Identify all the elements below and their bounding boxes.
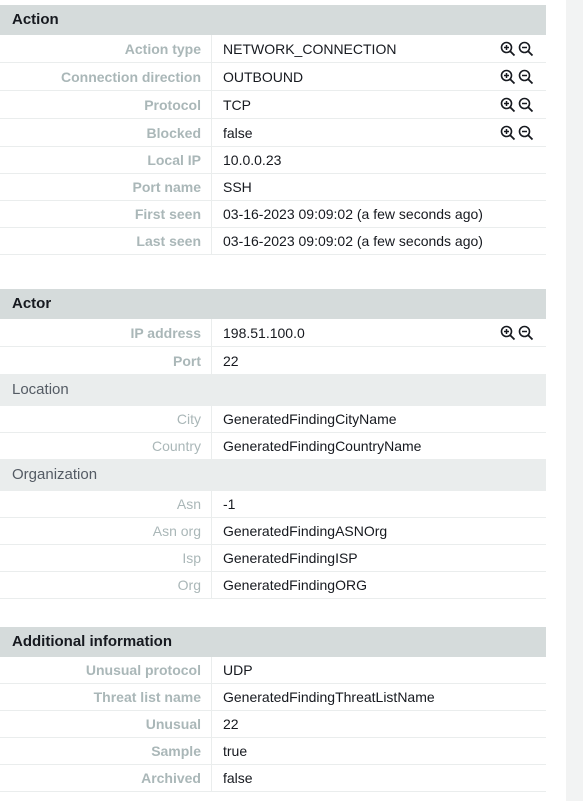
field-label: Connection direction — [0, 63, 212, 90]
location-subheader: Location — [0, 375, 546, 406]
field-value: 10.0.0.23 — [223, 152, 282, 168]
field-label: Local IP — [0, 147, 212, 173]
row-protocol: Protocol TCP — [0, 91, 546, 119]
row-unusual-protocol: Unusual protocol UDP — [0, 657, 546, 684]
zoom-in-icon[interactable] — [500, 97, 516, 113]
field-label: Action type — [0, 35, 212, 62]
zoom-out-icon[interactable] — [518, 41, 534, 57]
zoom-out-icon[interactable] — [518, 125, 534, 141]
additional-section-header: Additional information — [0, 627, 546, 657]
field-label: Last seen — [0, 228, 212, 254]
field-label: Protocol — [0, 91, 212, 118]
value-text: NETWORK_CONNECTION — [223, 41, 397, 57]
row-asn: Asn -1 — [0, 491, 546, 518]
field-value: GeneratedFindingCountryName — [223, 438, 422, 454]
field-label: Country — [0, 433, 212, 459]
actor-panel: Actor IP address 198.51.100.0 Port 22 Lo… — [0, 289, 546, 599]
vertical-scrollbar[interactable] — [566, 0, 583, 801]
zoom-in-icon[interactable] — [500, 325, 516, 341]
row-sample: Sample true — [0, 738, 546, 765]
field-value: true — [223, 743, 248, 759]
field-label: Threat list name — [0, 684, 212, 710]
zoom-out-icon[interactable] — [518, 325, 534, 341]
action-section-header: Action — [0, 5, 546, 35]
zoom-out-icon[interactable] — [518, 69, 534, 85]
row-ip-address: IP address 198.51.100.0 — [0, 319, 546, 347]
field-label: Asn org — [0, 518, 212, 544]
field-value: OUTBOUND — [212, 63, 546, 90]
field-value: -1 — [223, 496, 236, 512]
field-value: GeneratedFindingORG — [223, 577, 367, 593]
field-label: City — [0, 406, 212, 432]
field-label: IP address — [0, 319, 212, 346]
field-value: NETWORK_CONNECTION — [212, 35, 546, 62]
actor-section-header: Actor — [0, 289, 546, 319]
row-first-seen: First seen 03-16-2023 09:09:02 (a few se… — [0, 201, 546, 228]
field-value: 22 — [223, 353, 239, 369]
organization-subheader: Organization — [0, 460, 546, 491]
field-label: Asn — [0, 491, 212, 517]
value-text: TCP — [223, 97, 251, 113]
field-label: Unusual — [0, 711, 212, 737]
row-connection-direction: Connection direction OUTBOUND — [0, 63, 546, 91]
field-value: false — [223, 770, 253, 786]
field-label: Org — [0, 572, 212, 598]
field-value: UDP — [223, 662, 253, 678]
field-value: 198.51.100.0 — [212, 319, 546, 346]
field-label: Unusual protocol — [0, 657, 212, 683]
row-city: City GeneratedFindingCityName — [0, 406, 546, 433]
field-value: GeneratedFindingThreatListName — [223, 689, 435, 705]
row-isp: Isp GeneratedFindingISP — [0, 545, 546, 572]
action-panel: Action Action type NETWORK_CONNECTION Co… — [0, 5, 546, 255]
row-last-seen: Last seen 03-16-2023 09:09:02 (a few sec… — [0, 228, 546, 255]
field-value: 03-16-2023 09:09:02 (a few seconds ago) — [223, 206, 483, 222]
field-value: 22 — [223, 716, 239, 732]
row-org: Org GeneratedFindingORG — [0, 572, 546, 599]
zoom-in-icon[interactable] — [500, 41, 516, 57]
row-asn-org: Asn org GeneratedFindingASNOrg — [0, 518, 546, 545]
zoom-out-icon[interactable] — [518, 97, 534, 113]
row-blocked: Blocked false — [0, 119, 546, 147]
field-value: SSH — [223, 179, 252, 195]
field-value: GeneratedFindingASNOrg — [223, 523, 388, 539]
field-value: TCP — [212, 91, 546, 118]
field-label: Sample — [0, 738, 212, 764]
field-label: Archived — [0, 765, 212, 791]
row-country: Country GeneratedFindingCountryName — [0, 433, 546, 460]
field-value: GeneratedFindingISP — [223, 550, 358, 566]
row-action-type: Action type NETWORK_CONNECTION — [0, 35, 546, 63]
zoom-in-icon[interactable] — [500, 125, 516, 141]
field-label: Port — [0, 347, 212, 374]
additional-panel: Additional information Unusual protocol … — [0, 627, 546, 792]
value-text: false — [223, 125, 253, 141]
field-label: First seen — [0, 201, 212, 227]
value-text: 198.51.100.0 — [223, 325, 305, 341]
row-local-ip: Local IP 10.0.0.23 — [0, 147, 546, 174]
field-value: false — [212, 119, 546, 146]
row-port: Port 22 — [0, 347, 546, 375]
field-value: GeneratedFindingCityName — [223, 411, 397, 427]
row-port-name: Port name SSH — [0, 174, 546, 201]
row-archived: Archived false — [0, 765, 546, 792]
value-text: OUTBOUND — [223, 69, 304, 85]
row-unusual: Unusual 22 — [0, 711, 546, 738]
field-value: 03-16-2023 09:09:02 (a few seconds ago) — [223, 233, 483, 249]
field-label: Port name — [0, 174, 212, 200]
zoom-in-icon[interactable] — [500, 69, 516, 85]
field-label: Isp — [0, 545, 212, 571]
field-label: Blocked — [0, 119, 212, 146]
row-threat-list-name: Threat list name GeneratedFindingThreatL… — [0, 684, 546, 711]
